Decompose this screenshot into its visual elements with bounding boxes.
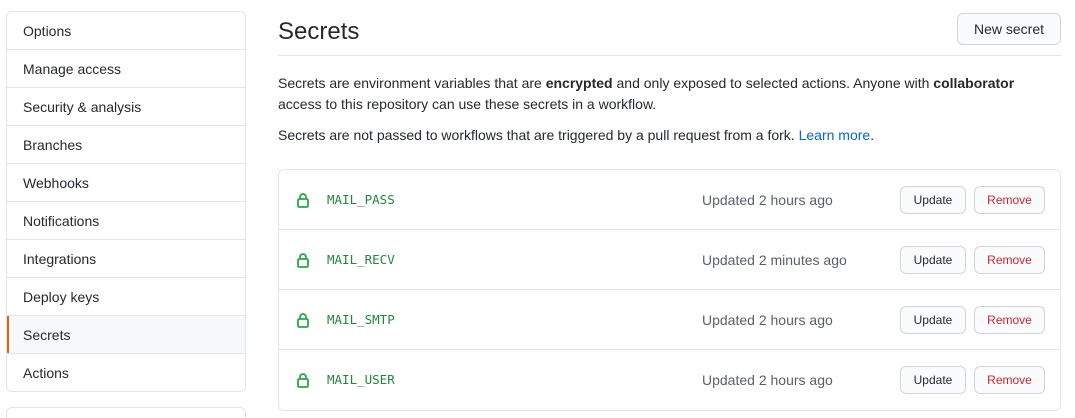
sidebar-item-actions[interactable]: Actions bbox=[7, 354, 245, 391]
sidebar-item-integrations[interactable]: Integrations bbox=[7, 240, 245, 278]
sidebar-item-notifications[interactable]: Notifications bbox=[7, 202, 245, 240]
learn-more-link[interactable]: Learn more bbox=[799, 127, 871, 143]
description-bold-collaborator: collaborator bbox=[933, 75, 1015, 91]
lock-icon bbox=[297, 193, 309, 208]
secret-name: MAIL_USER bbox=[327, 372, 395, 387]
description-text-3: access to this repository can use these … bbox=[278, 96, 657, 112]
secret-updated: Updated 2 hours ago bbox=[702, 192, 833, 208]
secret-updated: Updated 2 hours ago bbox=[702, 312, 833, 328]
secondary-sidebar-box bbox=[6, 407, 246, 418]
sidebar-item-secrets[interactable]: Secrets bbox=[7, 316, 245, 354]
lock-icon bbox=[297, 373, 309, 388]
remove-secret-button[interactable]: Remove bbox=[974, 306, 1045, 334]
secret-name: MAIL_PASS bbox=[327, 192, 395, 207]
page-title: Secrets bbox=[278, 18, 360, 45]
secret-row: MAIL_PASS Updated 2 hours ago Update Rem… bbox=[279, 170, 1060, 230]
secret-row: MAIL_USER Updated 2 hours ago Update Rem… bbox=[279, 350, 1060, 410]
fork-note: Secrets are not passed to workflows that… bbox=[278, 125, 1061, 146]
remove-secret-button[interactable]: Remove bbox=[974, 366, 1045, 394]
update-secret-button[interactable]: Update bbox=[900, 186, 966, 214]
sidebar-item-webhooks[interactable]: Webhooks bbox=[7, 164, 245, 202]
fork-note-text: Secrets are not passed to workflows that… bbox=[278, 127, 799, 143]
secret-name: MAIL_SMTP bbox=[327, 312, 395, 327]
description-text-2: and only exposed to selected actions. An… bbox=[612, 75, 934, 91]
secrets-list: MAIL_PASS Updated 2 hours ago Update Rem… bbox=[278, 169, 1061, 411]
description-bold-encrypted: encrypted bbox=[545, 75, 613, 91]
secrets-description: Secrets are environment variables that a… bbox=[278, 73, 1061, 115]
lock-icon bbox=[297, 253, 309, 268]
lock-icon bbox=[297, 313, 309, 328]
page-header: Secrets New secret bbox=[278, 12, 1061, 56]
secret-updated: Updated 2 minutes ago bbox=[702, 252, 847, 268]
sidebar-item-security-analysis[interactable]: Security & analysis bbox=[7, 88, 245, 126]
sidebar-item-branches[interactable]: Branches bbox=[7, 126, 245, 164]
secret-updated: Updated 2 hours ago bbox=[702, 372, 833, 388]
update-secret-button[interactable]: Update bbox=[900, 366, 966, 394]
secret-row: MAIL_RECV Updated 2 minutes ago Update R… bbox=[279, 230, 1060, 290]
sidebar-item-options[interactable]: Options bbox=[7, 12, 245, 50]
fork-note-end: . bbox=[870, 127, 875, 143]
remove-secret-button[interactable]: Remove bbox=[974, 246, 1045, 274]
update-secret-button[interactable]: Update bbox=[900, 246, 966, 274]
update-secret-button[interactable]: Update bbox=[900, 306, 966, 334]
sidebar-item-deploy-keys[interactable]: Deploy keys bbox=[7, 278, 245, 316]
secret-row: MAIL_SMTP Updated 2 hours ago Update Rem… bbox=[279, 290, 1060, 350]
new-secret-button[interactable]: New secret bbox=[956, 13, 1061, 45]
remove-secret-button[interactable]: Remove bbox=[974, 186, 1045, 214]
description-text-1: Secrets are environment variables that a… bbox=[278, 75, 546, 91]
sidebar-item-manage-access[interactable]: Manage access bbox=[7, 50, 245, 88]
secret-name: MAIL_RECV bbox=[327, 252, 395, 267]
settings-sidebar: Options Manage access Security & analysi… bbox=[6, 11, 246, 392]
